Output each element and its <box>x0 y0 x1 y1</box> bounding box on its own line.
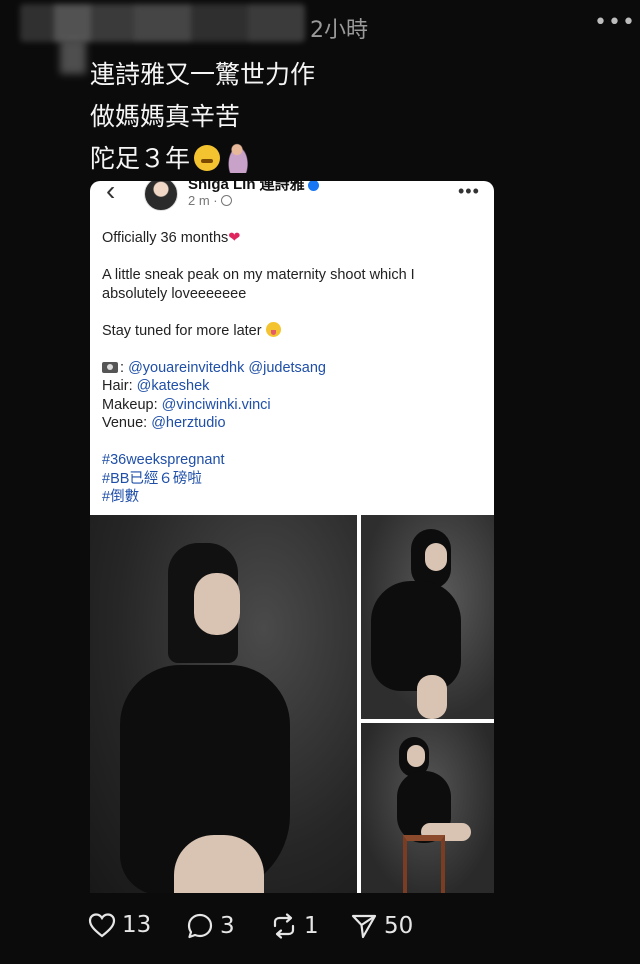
post-meta: 2 m · <box>188 193 232 208</box>
mention-link[interactable]: @youareinvitedhk <box>128 360 244 376</box>
repost-count: 1 <box>304 913 319 939</box>
post-header: 2小時 ••• <box>0 0 640 74</box>
post-text: 連詩雅又一驚世力作 做媽媽真辛苦 陀足３年 <box>90 54 315 180</box>
back-arrow-icon[interactable]: ‹ <box>106 181 115 207</box>
hashtag-link[interactable]: #36weekspregnant <box>102 451 484 470</box>
embedded-screenshot-card[interactable]: ‹ Shiga Lin 連詩雅 2 m · ••• Officially 36 … <box>90 181 494 515</box>
camera-icon <box>102 361 118 373</box>
face-shape <box>407 745 425 767</box>
comment-bubble-icon <box>187 913 213 939</box>
maternity-photo-standing[interactable] <box>361 515 494 719</box>
post-line-3: 陀足３年 <box>90 138 315 180</box>
like-button[interactable]: 13 <box>88 912 151 938</box>
post-line-1: 連詩雅又一驚世力作 <box>90 60 316 89</box>
exhausted-face-icon <box>194 145 221 171</box>
tongue-face-icon <box>265 321 281 337</box>
send-icon <box>351 914 377 939</box>
mention-link[interactable]: @vinciwinki.vinci <box>162 397 271 413</box>
maternity-photo-seated[interactable] <box>361 723 494 893</box>
verified-badge-icon <box>307 181 319 191</box>
hashtag-link[interactable]: #倒數 <box>102 488 484 507</box>
author-avatar[interactable] <box>144 181 178 211</box>
credits: : @youareinvitedhk @judetsang Hair: @kat… <box>102 359 326 431</box>
share-count: 50 <box>384 913 414 939</box>
card-paragraph-1: Officially 36 months❤ <box>102 230 241 246</box>
more-options-icon[interactable]: ••• <box>594 12 636 34</box>
comment-button[interactable]: 3 <box>186 912 235 940</box>
wooden-stool <box>403 835 445 893</box>
mention-link[interactable]: @kateshek <box>137 378 210 394</box>
face-shape <box>425 543 447 571</box>
card-paragraph-3: Stay tuned for more later <box>102 321 484 341</box>
leg-shape <box>417 675 447 719</box>
heart-icon <box>88 913 116 938</box>
mention-link[interactable]: @judetsang <box>248 360 326 376</box>
repost-button[interactable]: 1 <box>270 912 319 940</box>
maternity-photo-main[interactable] <box>90 515 357 893</box>
globe-icon <box>220 195 232 206</box>
post-time: 2小時 <box>310 18 368 43</box>
body-shape <box>371 581 461 691</box>
hashtag-link[interactable]: #BB已經６磅啦 <box>102 470 484 489</box>
blurred-avatar <box>60 40 86 74</box>
card-body: Officially 36 months❤ A little sneak pea… <box>102 229 484 507</box>
pregnant-woman-icon <box>226 143 249 173</box>
repost-icon <box>273 913 295 939</box>
card-more-icon[interactable]: ••• <box>458 181 480 202</box>
share-button[interactable]: 50 <box>350 912 413 940</box>
like-count: 13 <box>122 912 152 938</box>
action-bar: 13 3 1 50 <box>88 908 528 948</box>
comment-count: 3 <box>220 913 235 939</box>
mention-link[interactable]: @herztudio <box>151 415 225 431</box>
hashtags: #36weekspregnant #BB已經６磅啦 #倒數 <box>102 451 484 507</box>
photo-grid <box>90 515 494 893</box>
card-paragraph-2: A little sneak peak on my maternity shoo… <box>102 267 415 302</box>
post-line-2: 做媽媽真辛苦 <box>90 102 241 131</box>
blurred-username <box>20 4 305 42</box>
red-heart-icon: ❤ <box>228 230 241 246</box>
face-shape <box>194 573 240 635</box>
